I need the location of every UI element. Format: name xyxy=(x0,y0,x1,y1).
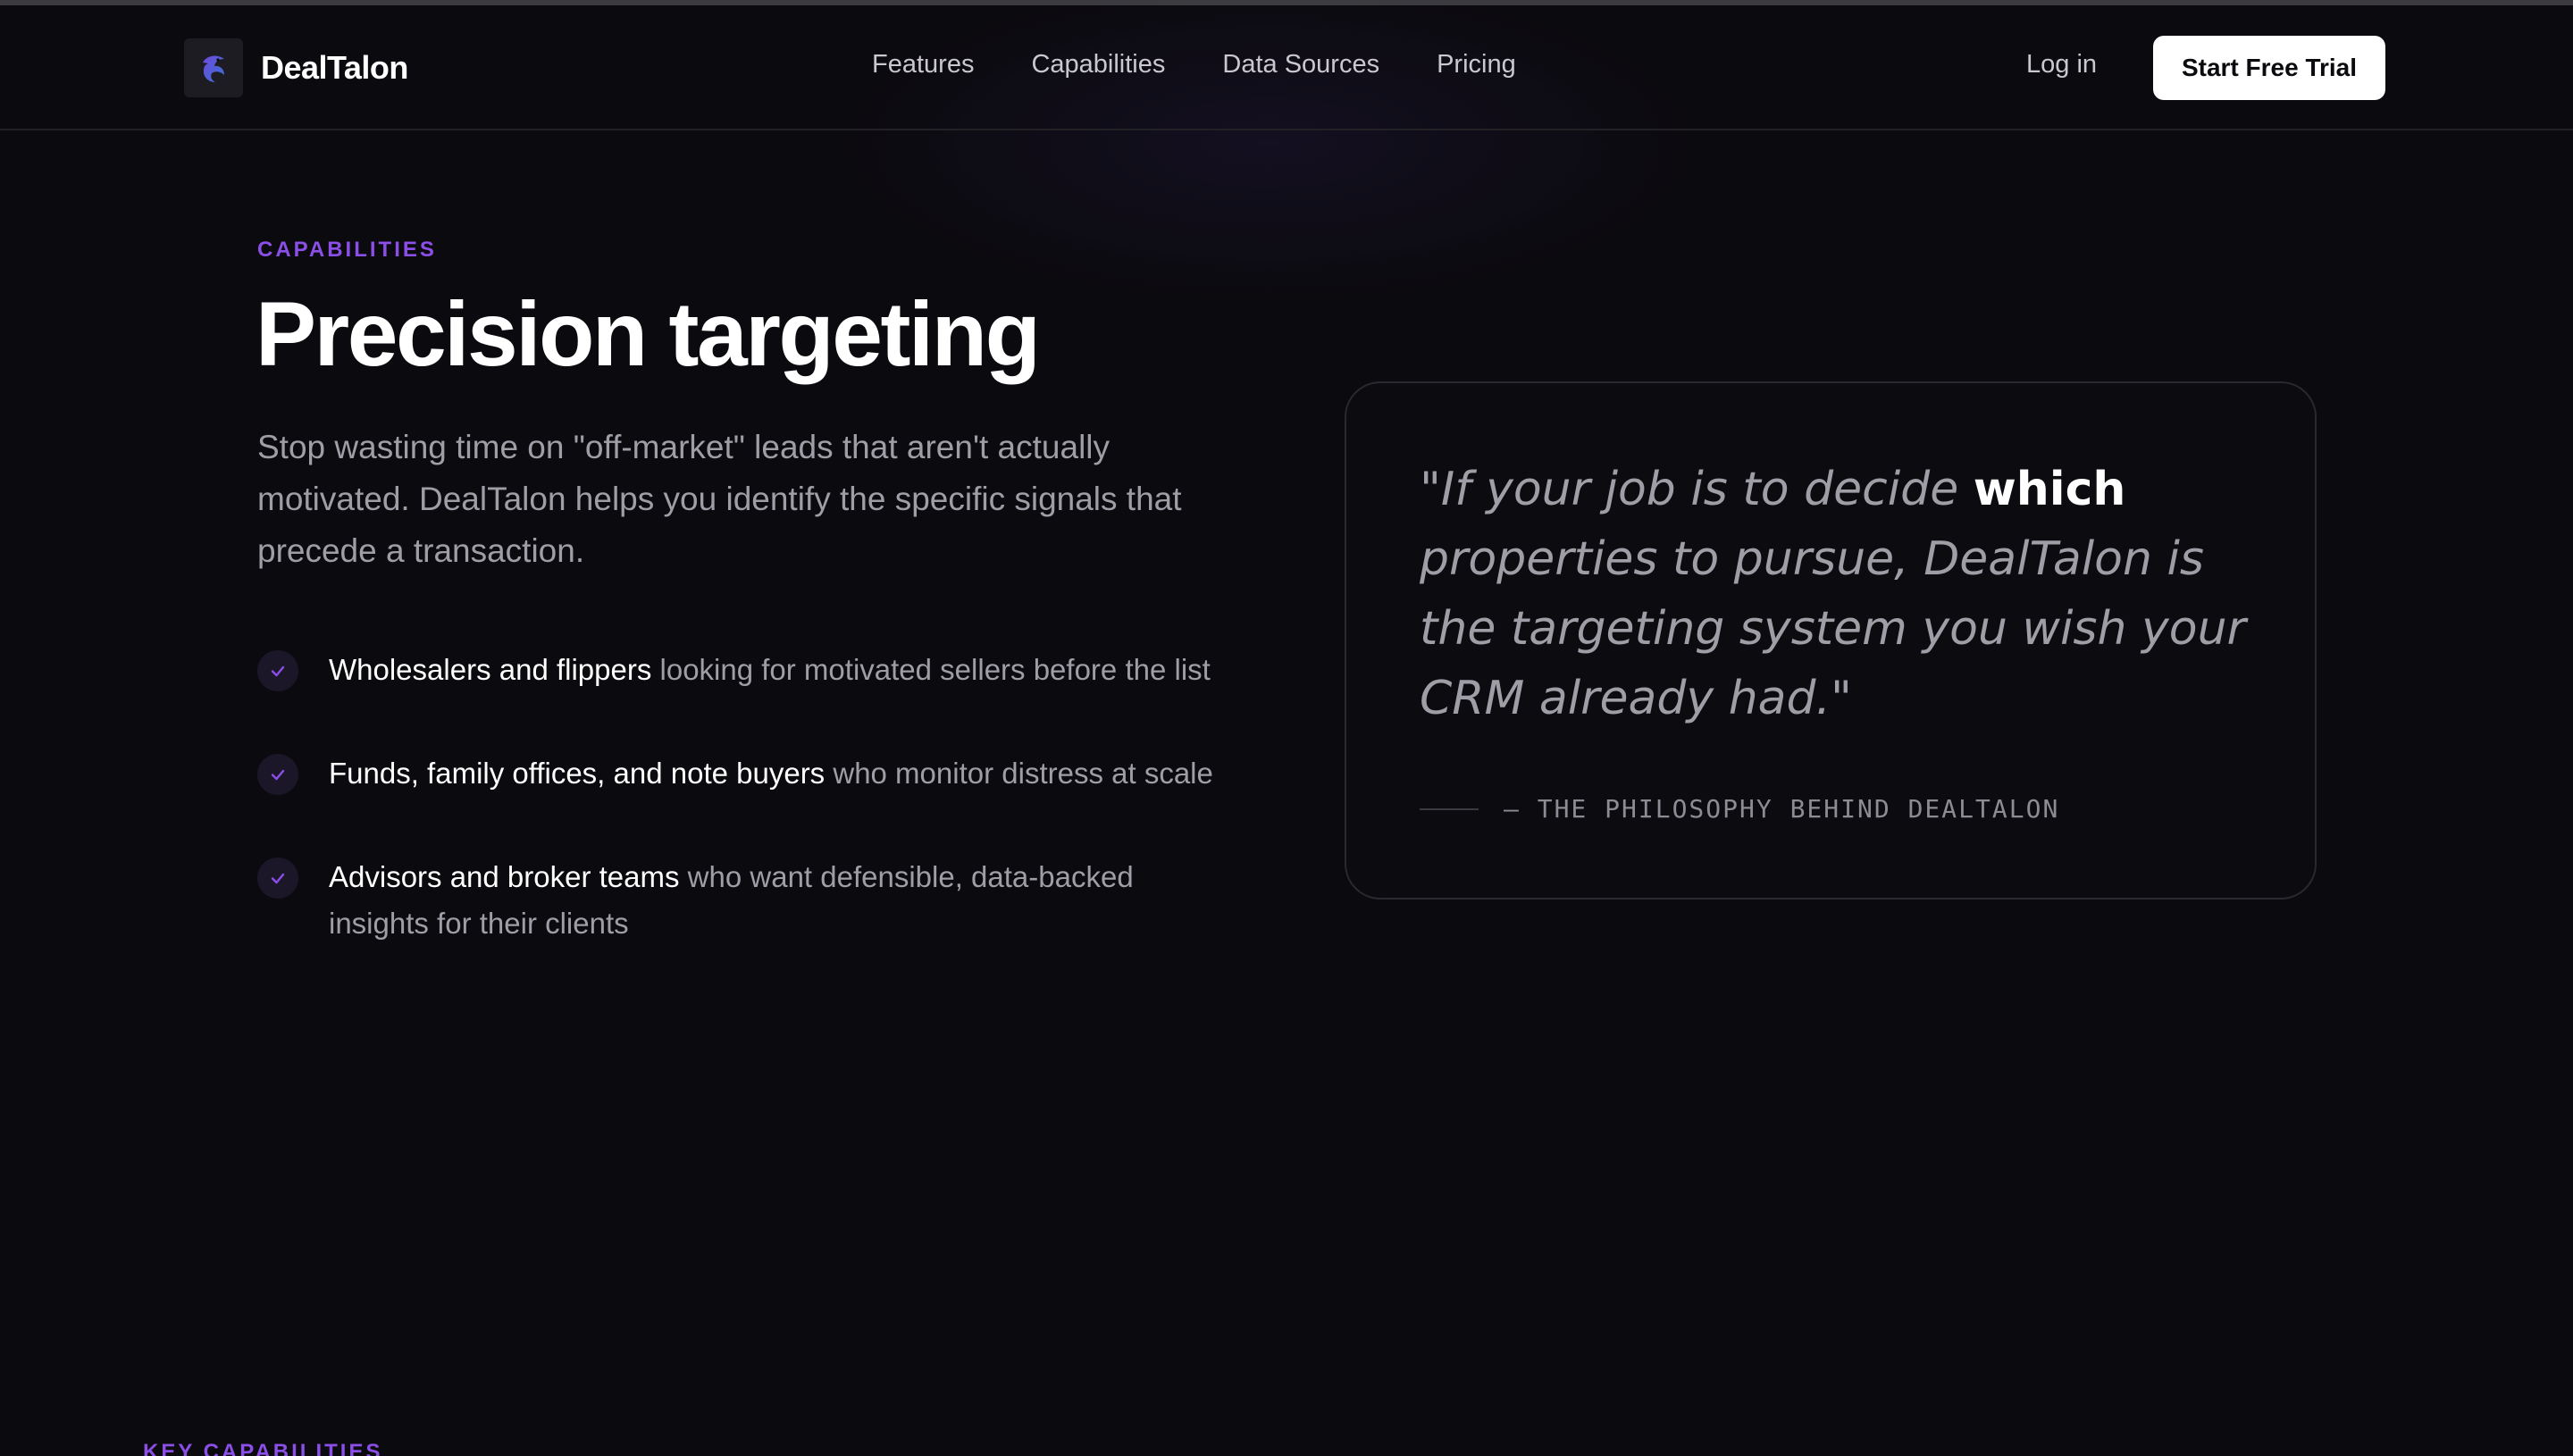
hero-description: Stop wasting time on "off-market" leads … xyxy=(257,429,1182,569)
attribution-text: — THE PHILOSOPHY BEHIND DEALTALON xyxy=(1504,794,2060,824)
page-title: Precision targeting xyxy=(256,283,1041,385)
list-item-strong: Wholesalers and flippers xyxy=(329,653,652,686)
attribution-divider xyxy=(1420,807,1479,810)
audience-list: Wholesalers and flippers looking for mot… xyxy=(257,647,1240,1004)
quote-text-before: "If your job is to decide xyxy=(1420,463,1974,516)
list-item: Wholesalers and flippers looking for mot… xyxy=(257,647,1240,693)
top-navigation: DealTalon Features Capabilities Data Sou… xyxy=(0,5,2573,130)
section-eyebrow: CAPABILITIES xyxy=(257,238,437,262)
next-section-eyebrow: KEY CAPABILITIES xyxy=(143,1440,383,1456)
login-link[interactable]: Log in xyxy=(2026,50,2097,79)
check-icon xyxy=(257,754,298,795)
check-icon xyxy=(257,858,298,899)
check-icon xyxy=(257,650,298,691)
brand-name: DealTalon xyxy=(261,49,408,86)
nav-link-pricing[interactable]: Pricing xyxy=(1437,50,1516,79)
nav-link-capabilities[interactable]: Capabilities xyxy=(1031,50,1165,79)
list-item-strong: Funds, family offices, and note buyers xyxy=(329,757,826,790)
list-item: Advisors and broker teams who want defen… xyxy=(257,854,1240,947)
quote-emphasis: which xyxy=(1973,463,2126,516)
list-item-text: Funds, family offices, and note buyers w… xyxy=(329,750,1240,797)
quote-attribution: — THE PHILOSOPHY BEHIND DEALTALON xyxy=(1420,794,2059,824)
list-item-rest: looking for motivated sellers before the… xyxy=(651,653,1211,686)
list-item-strong: Advisors and broker teams xyxy=(329,860,680,893)
philosophy-quote-card: "If your job is to decide which properti… xyxy=(1345,381,2317,900)
talon-bird-logo-icon xyxy=(184,38,243,97)
nav-link-features[interactable]: Features xyxy=(872,50,974,79)
page: DealTalon Features Capabilities Data Sou… xyxy=(0,0,2573,1456)
start-free-trial-button[interactable]: Start Free Trial xyxy=(2153,36,2385,100)
quote-text-after: properties to pursue, DealTalon is the t… xyxy=(1420,532,2246,725)
philosophy-quote: "If your job is to decide which properti… xyxy=(1420,455,2259,733)
list-item: Funds, family offices, and note buyers w… xyxy=(257,750,1240,797)
nav-link-data-sources[interactable]: Data Sources xyxy=(1222,50,1379,79)
list-item-text: Advisors and broker teams who want defen… xyxy=(329,854,1240,947)
list-item-text: Wholesalers and flippers looking for mot… xyxy=(329,647,1240,693)
list-item-rest: who monitor distress at scale xyxy=(825,757,1213,790)
brand[interactable]: DealTalon xyxy=(184,38,408,97)
nav-links: Features Capabilities Data Sources Prici… xyxy=(872,50,1516,79)
